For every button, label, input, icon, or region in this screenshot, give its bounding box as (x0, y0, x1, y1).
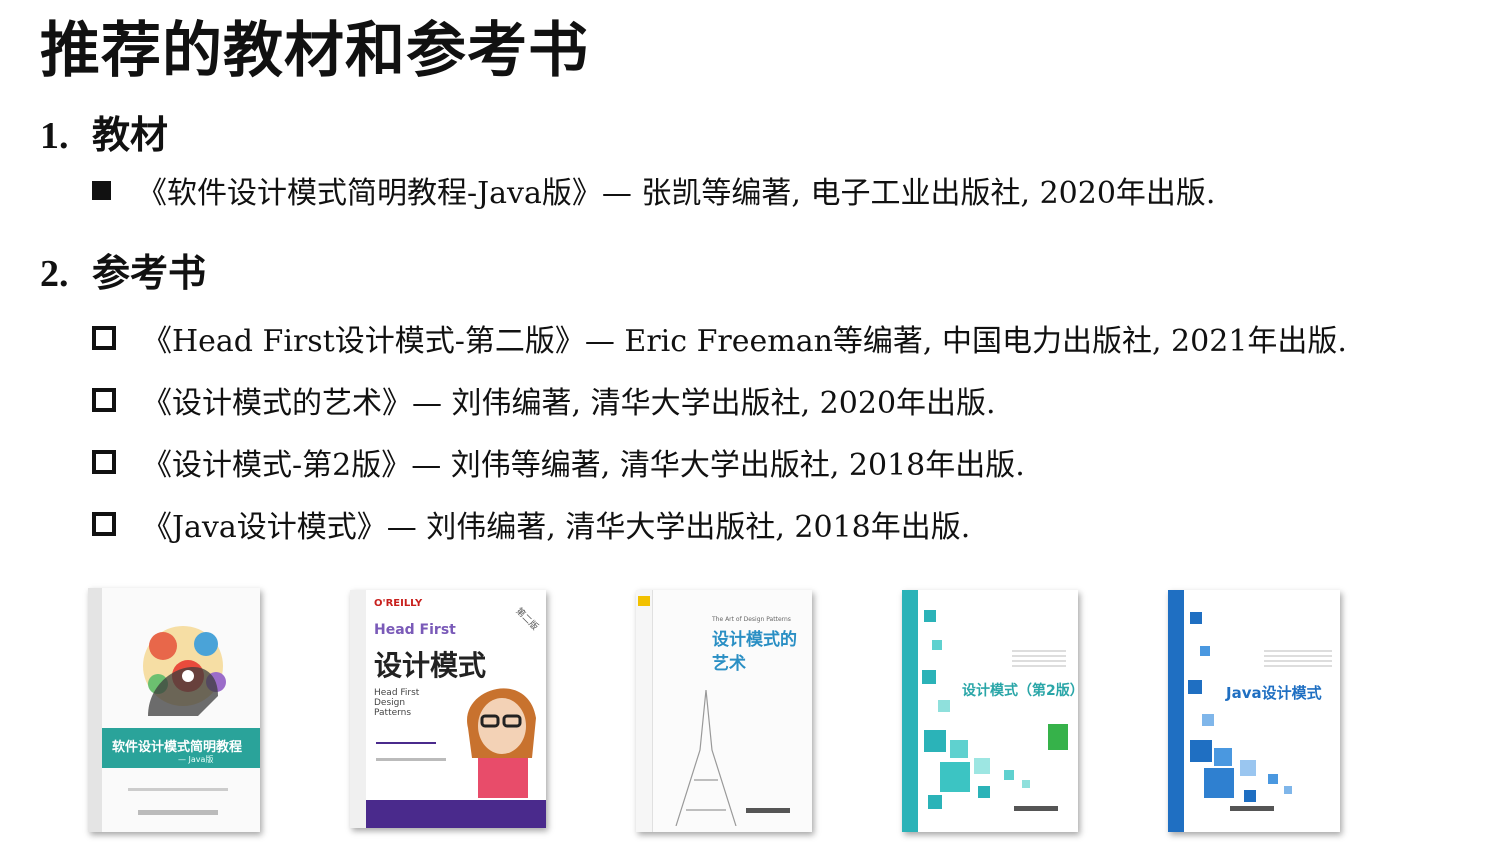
list-item: 《设计模式的艺术》— 刘伟编著, 清华大学出版社, 2020年出版. (92, 378, 996, 422)
book-spine (902, 590, 918, 832)
section-number: 1. (40, 115, 69, 157)
hollow-square-bullet-icon (92, 512, 116, 536)
cube-pattern-illustration-icon (922, 610, 1030, 809)
book-publisher-line (138, 810, 218, 815)
brain-gears-illustration-icon (143, 626, 226, 716)
book-spine (88, 588, 102, 832)
book-authors-line (376, 758, 446, 761)
book-publisher-line (746, 808, 790, 813)
list-item-text: 《设计模式的艺术》— 刘伟编著, 清华大学出版社, 2020年出版. (142, 386, 996, 421)
book-spine (636, 590, 653, 832)
book-cover-java-design-patterns: Java设计模式 (1168, 590, 1340, 832)
book-blurb-lines (1012, 650, 1066, 670)
book-publisher-line (1230, 806, 1274, 811)
list-item: 《设计模式-第2版》— 刘伟等编著, 清华大学出版社, 2018年出版. (92, 440, 1025, 484)
hollow-square-bullet-icon (92, 450, 116, 474)
woman-with-glasses-illustration-icon (467, 688, 536, 798)
hollow-square-bullet-icon (92, 388, 116, 412)
book-cover-software-design-patterns: 软件设计模式简明教程 — Java版 (88, 588, 260, 832)
list-item: 《Java设计模式》— 刘伟编著, 清华大学出版社, 2018年出版. (92, 502, 970, 546)
hollow-square-bullet-icon (92, 326, 116, 350)
book-cover-title: Java设计模式 (1226, 684, 1322, 702)
book-cover-art-of-design-patterns: The Art of Design Patterns 设计模式的艺术 (636, 590, 812, 832)
qr-badge-icon (1048, 724, 1068, 750)
book-cover-title: 设计模式（第2版） (962, 683, 1078, 699)
list-item-text: 《设计模式-第2版》— 刘伟等编著, 清华大学出版社, 2018年出版. (142, 448, 1025, 483)
page-title: 推荐的教材和参考书 (40, 16, 589, 86)
list-item-text: 《Java设计模式》— 刘伟编著, 清华大学出版社, 2018年出版. (142, 510, 971, 545)
book-series-label: Head First (374, 622, 456, 638)
section-number: 2. (40, 253, 69, 295)
book-cover-design-patterns-2nd: 设计模式（第2版） (902, 590, 1078, 832)
list-item-text: 《Head First设计模式-第二版》— Eric Freeman等编著, 中… (142, 324, 1347, 359)
section-heading-references: 2. 参考书 (40, 242, 206, 297)
section-title: 教材 (92, 112, 169, 157)
book-cover-subtitle: The Art of Design Patterns (712, 616, 791, 623)
spine-logo (638, 596, 650, 606)
book-spine (350, 590, 366, 828)
list-item: 《Head First设计模式-第二版》— Eric Freeman等编著, 中… (92, 316, 1347, 360)
book-footer-band (366, 800, 546, 828)
book-authors-line (128, 788, 228, 791)
filled-square-bullet-icon (92, 180, 111, 200)
book-publisher-line (1014, 806, 1058, 811)
book-cover-subtitle: — Java版 (178, 755, 214, 764)
list-item-text: 《软件设计模式简明教程-Java版》— 张凯等编著, 电子工业出版社, 2020… (137, 176, 1216, 211)
book-cover-title: 软件设计模式简明教程 (112, 740, 243, 755)
section-title: 参考书 (92, 250, 207, 295)
edition-ribbon: 第二版 (513, 606, 540, 633)
section-heading-textbook: 1. 教材 (40, 104, 168, 159)
book-spine (1168, 590, 1184, 832)
book-rule (376, 742, 436, 744)
book-cover-head-first: O'REILLY Head First 设计模式 Head First Desi… (350, 590, 546, 828)
book-cover-subtitle: Head First Design Patterns (374, 688, 420, 718)
eiffel-tower-sketch-icon (675, 690, 737, 826)
book-blurb-lines (1264, 650, 1332, 670)
cube-pattern-illustration-icon (1188, 612, 1292, 802)
publisher-logo: O'REILLY (374, 598, 423, 609)
book-cover-title: 设计模式的艺术 (712, 630, 797, 674)
list-item: 《软件设计模式简明教程-Java版》— 张凯等编著, 电子工业出版社, 2020… (92, 168, 1215, 212)
